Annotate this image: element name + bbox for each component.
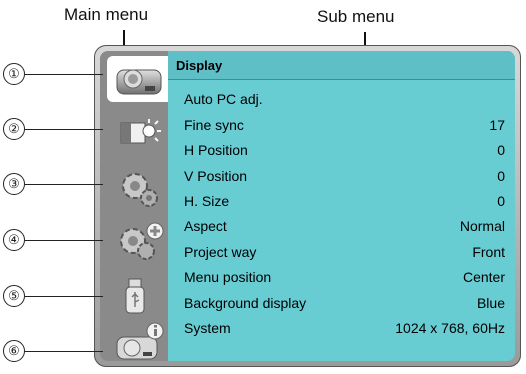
- row-label: Project way: [184, 244, 257, 260]
- leader-line-6: [25, 351, 103, 352]
- tab-setting[interactable]: [107, 164, 163, 210]
- menu-row-aspect[interactable]: Aspect Normal: [168, 214, 515, 240]
- row-value: 17: [489, 117, 505, 133]
- row-label: Fine sync: [184, 117, 244, 133]
- information-icon: [116, 322, 164, 360]
- leader-line-3: [25, 184, 103, 185]
- tab-image-adjust[interactable]: [107, 111, 163, 157]
- row-value: 0: [497, 168, 505, 184]
- row-label: Background display: [184, 295, 307, 311]
- row-label: System: [184, 320, 231, 336]
- row-value: Blue: [476, 295, 505, 311]
- marker-number: ③: [3, 173, 25, 195]
- marker-number: ②: [3, 118, 25, 140]
- usb-memory-icon: [125, 278, 145, 314]
- menu-row-h-size[interactable]: H. Size 0: [168, 189, 515, 215]
- tab-information[interactable]: [107, 317, 164, 361]
- display-icon: [116, 69, 162, 95]
- row-label: Auto PC adj.: [184, 91, 263, 107]
- image-adjust-icon: [120, 119, 161, 144]
- tab-display[interactable]: [107, 56, 168, 102]
- osd-menu: Display Auto PC adj. Fine sync 17 H Posit…: [100, 51, 515, 361]
- sub-menu-panel: Display Auto PC adj. Fine sync 17 H Posit…: [168, 51, 515, 361]
- sub-menu-caption: Sub menu: [317, 7, 395, 26]
- row-label: Aspect: [184, 218, 227, 234]
- menu-row-menu-position[interactable]: Menu position Center: [168, 265, 515, 291]
- main-menu: [100, 51, 168, 361]
- marker-number: ①: [3, 63, 25, 85]
- row-value: 0: [497, 142, 505, 158]
- sub-menu-title: Display: [176, 58, 223, 73]
- row-label: H. Size: [184, 193, 230, 209]
- menu-row-v-position[interactable]: V Position 0: [168, 164, 515, 190]
- menu-row-auto-pc-adj[interactable]: Auto PC adj.: [168, 87, 515, 113]
- menu-row-background-display[interactable]: Background display Blue: [168, 291, 515, 317]
- row-label: V Position: [184, 168, 248, 184]
- marker-5: ⑤: [3, 285, 25, 307]
- menu-row-h-position[interactable]: H Position 0: [168, 138, 515, 164]
- row-value: Normal: [459, 218, 505, 234]
- main-menu-caption: Main menu: [64, 5, 149, 24]
- menu-row-system[interactable]: System 1024 x 768, 60Hz: [168, 316, 515, 342]
- expanded-setting-icon: [120, 222, 164, 260]
- tab-usb-memory[interactable]: [107, 271, 163, 317]
- setting-gear-icon: [122, 173, 158, 207]
- marker-number: ⑥: [3, 340, 25, 362]
- menu-row-fine-sync[interactable]: Fine sync 17: [168, 113, 515, 139]
- row-value: Center: [462, 269, 505, 285]
- tab-expanded-setting[interactable]: [107, 217, 164, 263]
- row-label: H Position: [184, 142, 248, 158]
- marker-number: ⑤: [3, 285, 25, 307]
- row-value: Front: [472, 244, 505, 260]
- marker-6: ⑥: [3, 340, 25, 362]
- leader-line-4: [25, 240, 103, 241]
- leader-line-5: [25, 296, 103, 297]
- marker-number: ④: [3, 229, 25, 251]
- row-value: 0: [497, 193, 505, 209]
- sub-menu-header: Display: [168, 51, 515, 80]
- row-label: Menu position: [184, 269, 272, 285]
- marker-2: ②: [3, 118, 25, 140]
- marker-3: ③: [3, 173, 25, 195]
- row-value: 1024 x 768, 60Hz: [395, 320, 505, 336]
- leader-line-1: [25, 74, 103, 75]
- marker-1: ①: [3, 63, 25, 85]
- leader-line-2: [25, 129, 103, 130]
- menu-row-project-way[interactable]: Project way Front: [168, 240, 515, 266]
- marker-4: ④: [3, 229, 25, 251]
